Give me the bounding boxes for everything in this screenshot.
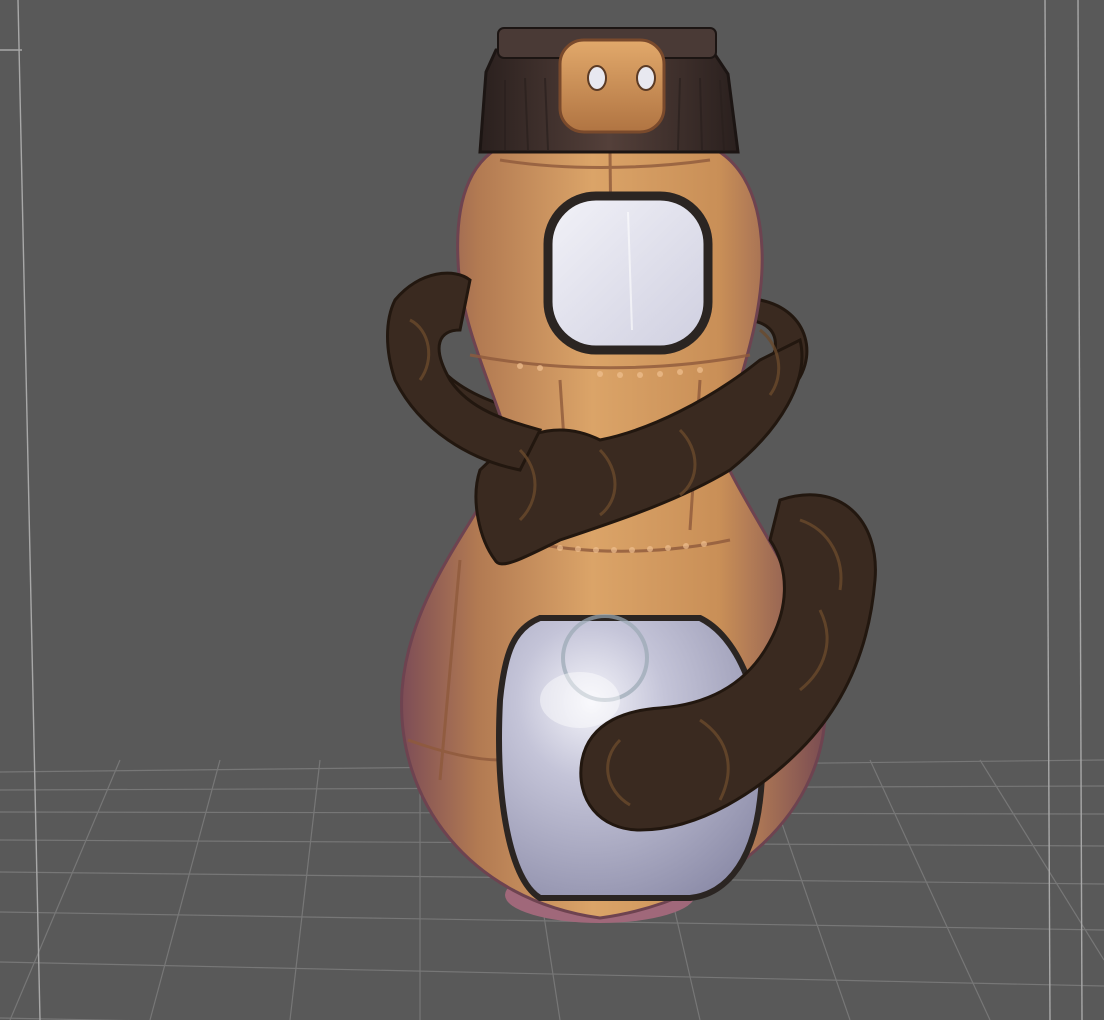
nameplate-hole-left xyxy=(587,65,607,91)
3d-viewport[interactable] xyxy=(0,0,1104,1020)
viewport-canvas xyxy=(0,0,1104,1020)
nameplate-hole-right xyxy=(636,65,656,91)
porthole-highlight xyxy=(540,672,620,728)
